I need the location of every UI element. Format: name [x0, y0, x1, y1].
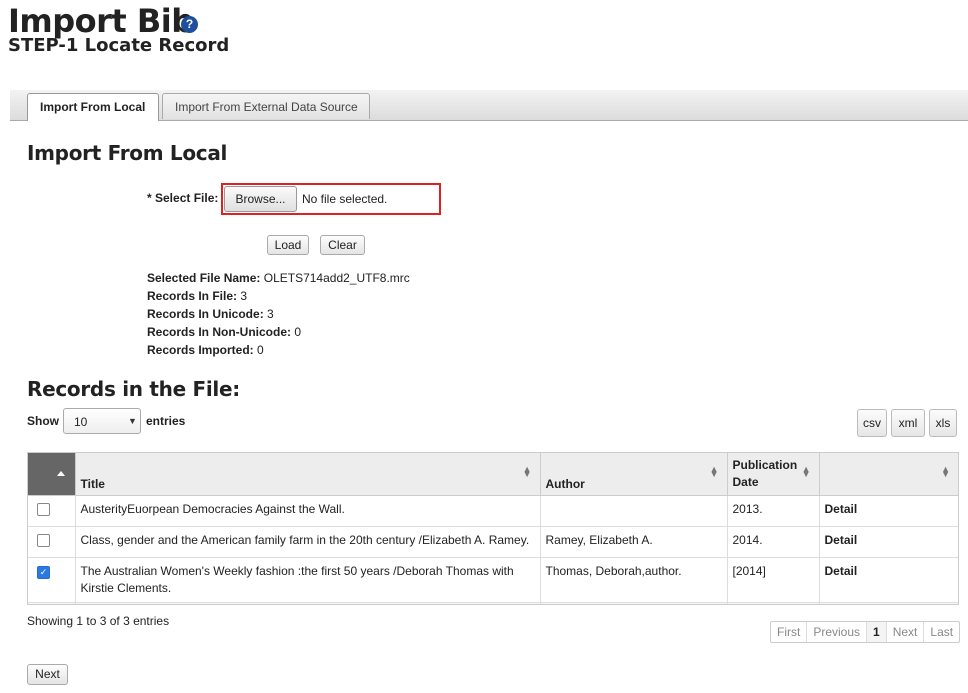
table-row: Class, gender and the American family fa… [28, 526, 958, 558]
page-previous-button[interactable]: Previous [807, 622, 868, 642]
table-row: AusterityEuorpean Democracies Against th… [28, 495, 958, 527]
clear-button[interactable]: Clear [320, 235, 365, 255]
detail-link[interactable]: Detail [819, 526, 958, 558]
row-checkbox[interactable] [37, 534, 50, 547]
entries-label: entries [146, 414, 186, 428]
entries-select[interactable]: 10 ▼ [63, 408, 141, 434]
select-all-column[interactable] [28, 453, 76, 496]
export-csv-button[interactable]: csv [857, 409, 887, 437]
info-records-unicode: Records In Unicode: 3 [147, 307, 274, 321]
sort-icon: ▲ ▼ [941, 464, 950, 479]
page-current-button[interactable]: 1 [867, 622, 887, 642]
info-label: Records In Non-Unicode: [147, 325, 292, 339]
row-select-cell [28, 526, 76, 558]
info-label: Records Imported: [147, 343, 254, 357]
export-xls-button[interactable]: xls [929, 409, 957, 437]
cell-date: 2013. [727, 495, 820, 527]
browse-button[interactable]: Browse... [224, 186, 297, 212]
sort-up-icon [57, 471, 65, 476]
info-value: OLETS714add2_UTF8.mrc [263, 271, 410, 285]
chevron-down-icon: ▼ [128, 416, 137, 426]
load-button[interactable]: Load [267, 235, 309, 255]
section-heading: Import From Local [27, 141, 228, 165]
info-value: 0 [257, 343, 264, 357]
column-header-date[interactable]: Publication Date ▲ ▼ [727, 453, 820, 496]
tab-import-from-local[interactable]: Import From Local [27, 93, 159, 121]
column-header-author[interactable]: Author ▲ ▼ [540, 453, 728, 496]
page-last-button[interactable]: Last [924, 622, 959, 642]
row-checkbox-checked[interactable]: ✓ [37, 566, 50, 579]
pagination: First Previous 1 Next Last [770, 621, 961, 643]
sort-icon: ▲ ▼ [522, 464, 532, 479]
info-value: 0 [294, 325, 302, 339]
cell-author: Ramey, Elizabeth A. [540, 526, 728, 558]
info-value: 3 [267, 307, 274, 321]
tab-bar: Import From Local Import From External D… [10, 90, 968, 121]
info-records-non-unicode: Records In Non-Unicode: 0 [147, 325, 301, 339]
info-file-name: Selected File Name: OLETS714add2_UTF8.mr… [147, 271, 410, 285]
page-next-button[interactable]: Next [887, 622, 925, 642]
detail-link[interactable]: Detail [819, 495, 958, 527]
select-file-label: * Select File: [147, 191, 219, 205]
cell-date: 2014. [727, 526, 820, 558]
column-author-label: Author [545, 477, 585, 491]
column-date-label: Publication Date [732, 458, 798, 489]
cell-title: The Australian Women's Weekly fashion :t… [75, 557, 541, 603]
info-records-in-file: Records In File: 3 [147, 289, 247, 303]
show-label: Show [27, 414, 59, 428]
info-value: 3 [240, 289, 248, 303]
export-xml-button[interactable]: xml [891, 409, 925, 437]
help-icon[interactable]: ? [181, 16, 198, 33]
info-label: Records In File: [147, 289, 238, 303]
cell-author: Thomas, Deborah,author. [540, 557, 728, 603]
sort-icon: ▲ ▼ [801, 464, 811, 479]
row-checkbox[interactable] [37, 503, 50, 516]
row-select-cell [28, 495, 76, 527]
tab-import-from-external[interactable]: Import From External Data Source [162, 93, 370, 119]
cell-author [540, 495, 728, 527]
info-label: Selected File Name: [147, 271, 261, 285]
records-heading: Records in the File: [27, 377, 240, 401]
file-input[interactable]: Browse... No file selected. [221, 183, 441, 215]
table-filler-row [28, 602, 958, 604]
column-header-title[interactable]: Title ▲ ▼ [75, 453, 541, 496]
page-first-button[interactable]: First [771, 622, 808, 642]
next-button[interactable]: Next [27, 664, 68, 685]
showing-entries-text: Showing 1 to 3 of 3 entries [27, 614, 170, 628]
cell-date: [2014] [727, 557, 820, 603]
cell-title: AusterityEuorpean Democracies Against th… [75, 495, 541, 527]
info-label: Records In Unicode: [147, 307, 264, 321]
page-subtitle: STEP-1 Locate Record [8, 35, 230, 56]
column-title-label: Title [80, 477, 105, 491]
entries-value: 10 [74, 415, 88, 429]
row-select-cell: ✓ [28, 557, 76, 603]
table-row: ✓ The Australian Women's Weekly fashion … [28, 557, 958, 603]
sort-icon: ▲ ▼ [709, 464, 719, 479]
records-table: Title ▲ ▼ Author ▲ ▼ Publication Date ▲ ▼ ▲ ▼ A… [27, 452, 959, 605]
cell-title: Class, gender and the American family fa… [75, 526, 541, 558]
file-status-text: No file selected. [302, 192, 388, 206]
detail-link[interactable]: Detail [819, 557, 958, 603]
info-records-imported: Records Imported: 0 [147, 343, 264, 357]
column-header-action[interactable]: ▲ ▼ [819, 453, 958, 496]
